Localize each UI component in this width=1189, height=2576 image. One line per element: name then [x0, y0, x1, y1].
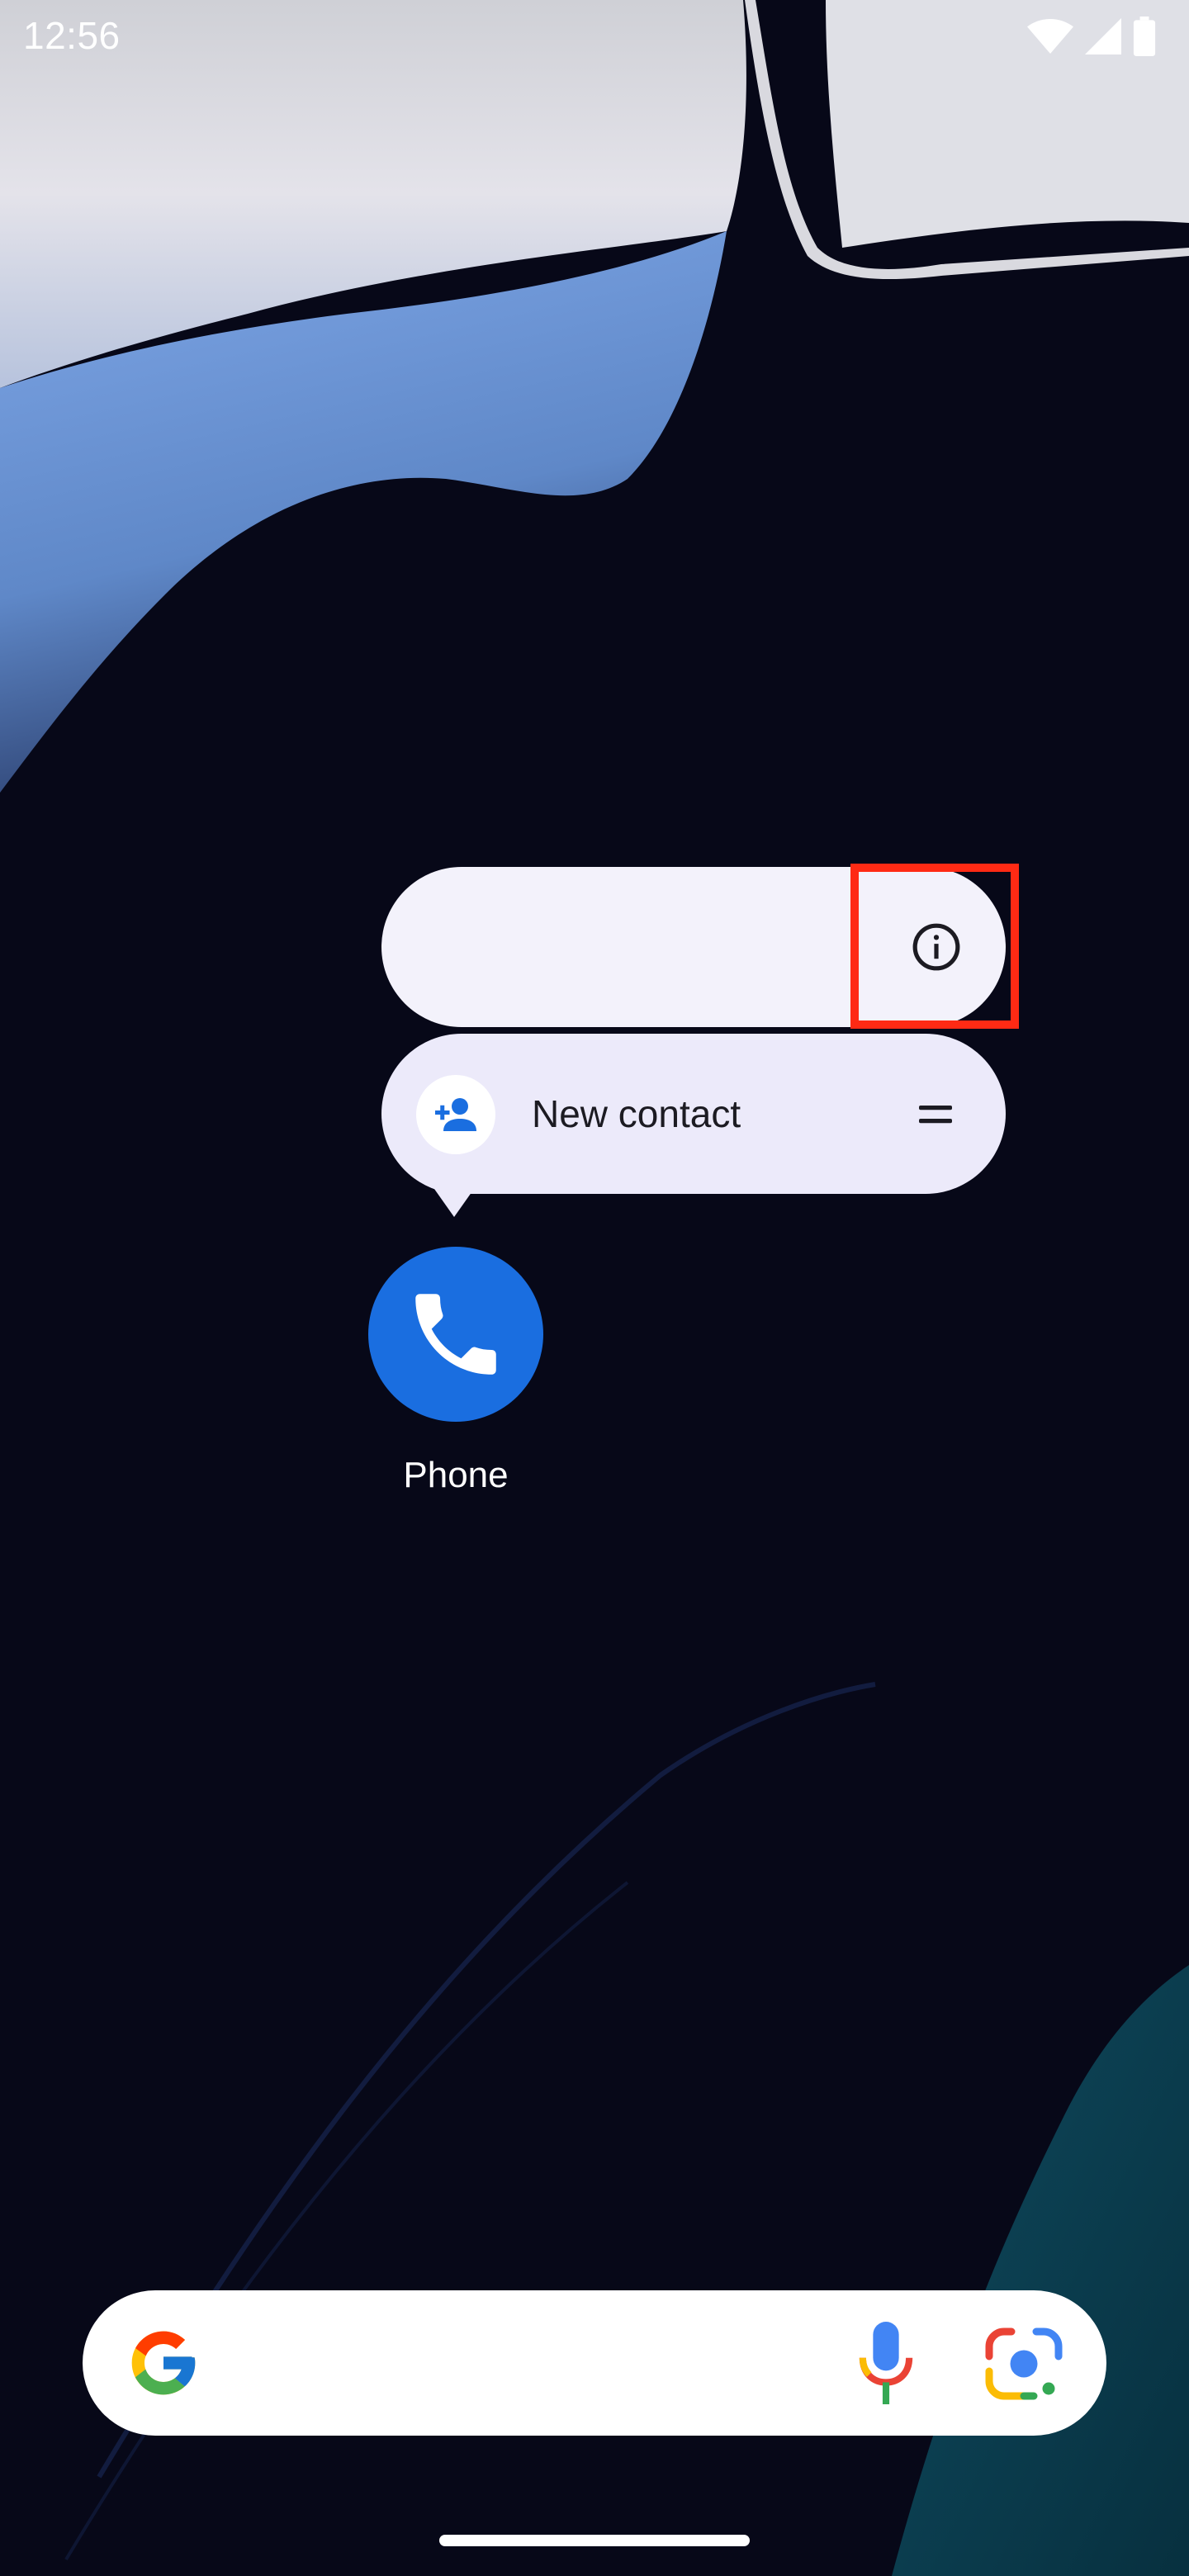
info-icon: [912, 923, 960, 971]
shortcut-icon-container: [416, 1075, 495, 1154]
app-label: Phone: [403, 1455, 509, 1495]
phone-icon: [415, 1294, 496, 1375]
wifi-icon: [1027, 19, 1073, 54]
lens-icon[interactable]: [984, 2327, 1063, 2401]
status-bar: 12:56: [0, 0, 1189, 69]
gesture-nav-handle[interactable]: [439, 2535, 750, 2546]
app-info-button[interactable]: [854, 869, 1019, 1025]
battery-icon: [1133, 17, 1156, 56]
mic-icon[interactable]: [854, 2322, 918, 2404]
add-person-icon: [435, 1098, 476, 1131]
shortcut-label: New contact: [532, 1092, 741, 1135]
drag-handle[interactable]: [907, 1088, 964, 1141]
status-icons: [1027, 17, 1156, 56]
drag-handle-icon: [919, 1106, 952, 1124]
wallpaper: [0, 0, 1189, 2576]
search-bar[interactable]: [83, 2290, 1106, 2436]
google-logo[interactable]: [126, 2325, 201, 2401]
phone-app-icon[interactable]: [368, 1247, 543, 1422]
popup-arrow: [434, 1189, 474, 1217]
cell-signal-icon: [1085, 18, 1121, 54]
status-time: 12:56: [23, 14, 121, 57]
